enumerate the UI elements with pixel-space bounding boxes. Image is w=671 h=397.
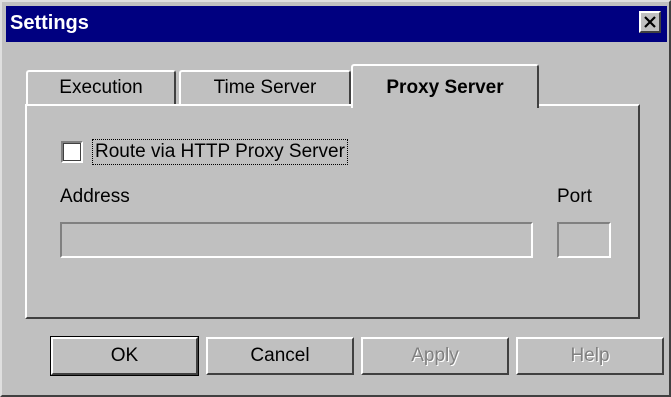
proxy-server-panel (25, 104, 640, 319)
window-title: Settings (10, 12, 89, 34)
ok-button[interactable]: OK (50, 336, 199, 376)
close-button[interactable] (639, 11, 661, 33)
close-icon (644, 16, 656, 28)
address-field[interactable] (60, 222, 533, 258)
port-label: Port (557, 186, 592, 207)
tab-time-server[interactable]: Time Server (179, 70, 351, 106)
cancel-button[interactable]: Cancel (206, 337, 354, 375)
route-via-proxy-text: Route via HTTP Proxy Server (95, 141, 345, 162)
tab-proxy-server[interactable]: Proxy Server (351, 64, 539, 108)
route-via-proxy-checkbox[interactable] (61, 141, 83, 163)
title-bar[interactable]: Settings (6, 6, 667, 42)
help-button[interactable]: Help (516, 337, 664, 375)
route-via-proxy-label[interactable]: Route via HTTP Proxy Server (92, 139, 348, 165)
address-label: Address (60, 186, 130, 207)
port-field[interactable] (557, 222, 611, 258)
tab-execution[interactable]: Execution (26, 70, 176, 106)
apply-button[interactable]: Apply (361, 337, 509, 375)
